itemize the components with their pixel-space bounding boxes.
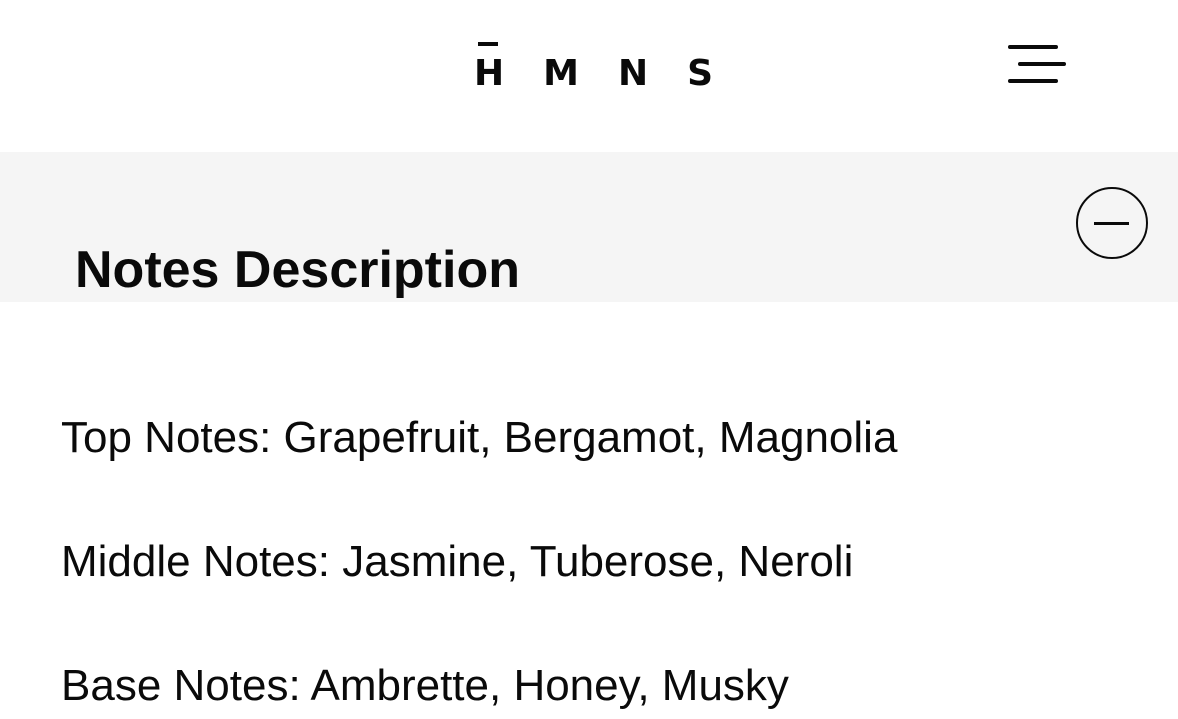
logo-letter-h: H xyxy=(474,53,505,94)
notes-description-accordion[interactable]: Notes Description xyxy=(0,152,1178,302)
middle-notes-text: Middle Notes: Jasmine, Tuberose, Neroli xyxy=(61,537,854,586)
site-header: H M N S xyxy=(0,0,1178,152)
accordion-title: Notes Description xyxy=(75,241,520,300)
notes-panel: Top Notes: Grapefruit, Bergamot, Magnoli… xyxy=(0,302,1178,719)
hamburger-menu-icon-line-top xyxy=(1008,45,1058,49)
brand-logo[interactable]: H M N S xyxy=(474,42,714,94)
menu-button[interactable] xyxy=(1003,40,1069,90)
logo-letter-s: S xyxy=(687,53,714,94)
logo-letter-n: N xyxy=(617,53,649,94)
top-notes-text: Top Notes: Grapefruit, Bergamot, Magnoli… xyxy=(61,413,898,462)
logo-macron xyxy=(478,42,498,46)
logo-letter-m: M xyxy=(543,53,579,94)
hamburger-menu-icon-line-bottom xyxy=(1008,79,1058,83)
hamburger-menu-icon-line-middle xyxy=(1018,62,1066,66)
base-notes-text: Base Notes: Ambrette, Honey, Musky xyxy=(61,661,789,710)
minus-circle-icon[interactable] xyxy=(1076,187,1148,259)
